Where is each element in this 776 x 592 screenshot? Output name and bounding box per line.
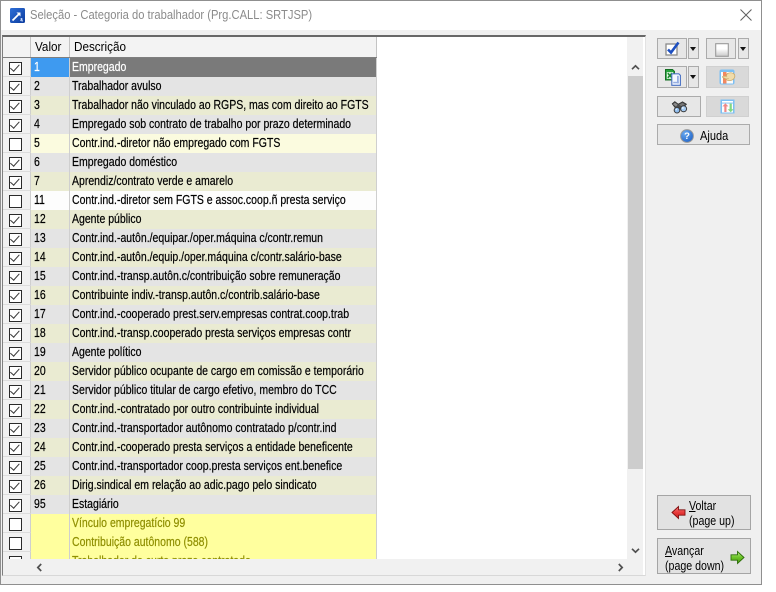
svg-text:?: ? bbox=[684, 131, 690, 142]
